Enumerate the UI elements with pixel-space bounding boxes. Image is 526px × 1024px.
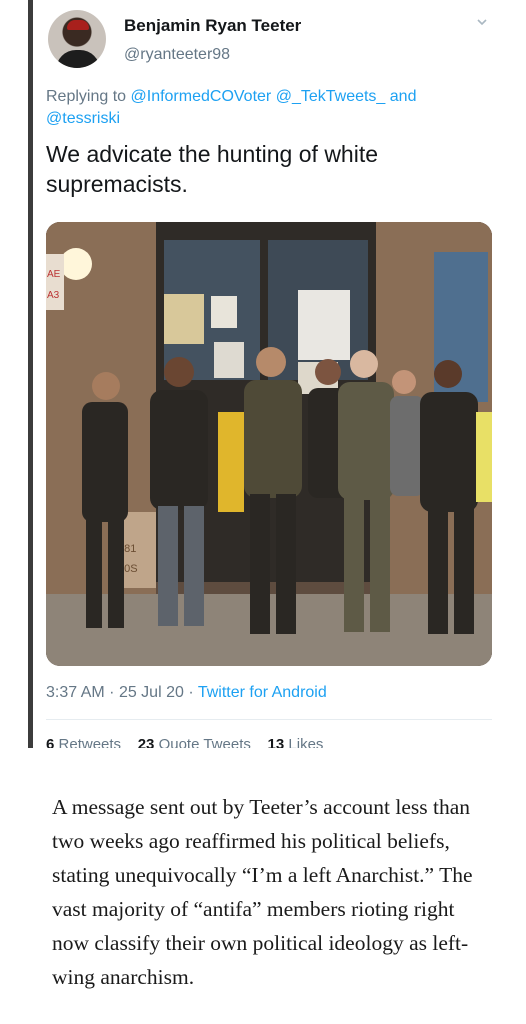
divider xyxy=(46,719,492,720)
likes-count[interactable]: 13 xyxy=(268,736,285,748)
tweet-text: We advicate the hunting of white suprema… xyxy=(46,141,379,197)
retweets-count[interactable]: 6 xyxy=(46,736,54,748)
author-name[interactable]: Benjamin Ryan Teeter xyxy=(124,16,301,36)
meta-separator: · xyxy=(109,684,115,701)
mention-link[interactable]: @tessriski xyxy=(46,110,120,127)
tweet-meta: 3:37 AM · 25 Jul 20 · Twitter for Androi… xyxy=(46,684,327,702)
avatar-cap xyxy=(67,20,89,30)
mention-link[interactable]: @InformedCOVoter xyxy=(131,88,272,105)
mention-link[interactable]: @_TekTweets_ xyxy=(276,88,386,105)
tweet-source[interactable]: Twitter for Android xyxy=(198,684,327,701)
quote-bar xyxy=(28,0,33,748)
tweet-photo[interactable]: AE A3 e81 00S xyxy=(46,222,492,666)
author-handle[interactable]: @ryanteeter98 xyxy=(124,46,230,64)
tweet-date[interactable]: 25 Jul 20 xyxy=(119,684,184,701)
meta-separator: · xyxy=(188,684,194,701)
photo-scene: AE A3 e81 00S xyxy=(46,222,492,666)
article-paragraph: A message sent out by Teeter’s account l… xyxy=(52,795,473,989)
avatar[interactable] xyxy=(48,10,106,68)
tweet-time[interactable]: 3:37 AM xyxy=(46,684,105,701)
embedded-tweet[interactable]: Benjamin Ryan Teeter @ryanteeter98 Reply… xyxy=(46,0,496,748)
chevron-down-icon[interactable] xyxy=(476,16,488,28)
photo-sign-text: A3 xyxy=(47,290,60,301)
quote-tweets-label[interactable]: Quote Tweets xyxy=(159,736,251,748)
avatar-body xyxy=(56,50,100,68)
retweets-label[interactable]: Retweets xyxy=(59,736,122,748)
photo-sign-text: AE xyxy=(47,269,61,280)
replying-to: Replying to @InformedCOVoter @_TekTweets… xyxy=(46,86,486,130)
likes-label[interactable]: Likes xyxy=(288,736,323,748)
mention-conjunction: and xyxy=(389,88,417,105)
replying-to-label: Replying to xyxy=(46,88,127,105)
quote-tweets-count[interactable]: 23 xyxy=(138,736,155,748)
tweet-stats: 6 Retweets 23 Quote Tweets 13 Likes xyxy=(46,736,323,748)
